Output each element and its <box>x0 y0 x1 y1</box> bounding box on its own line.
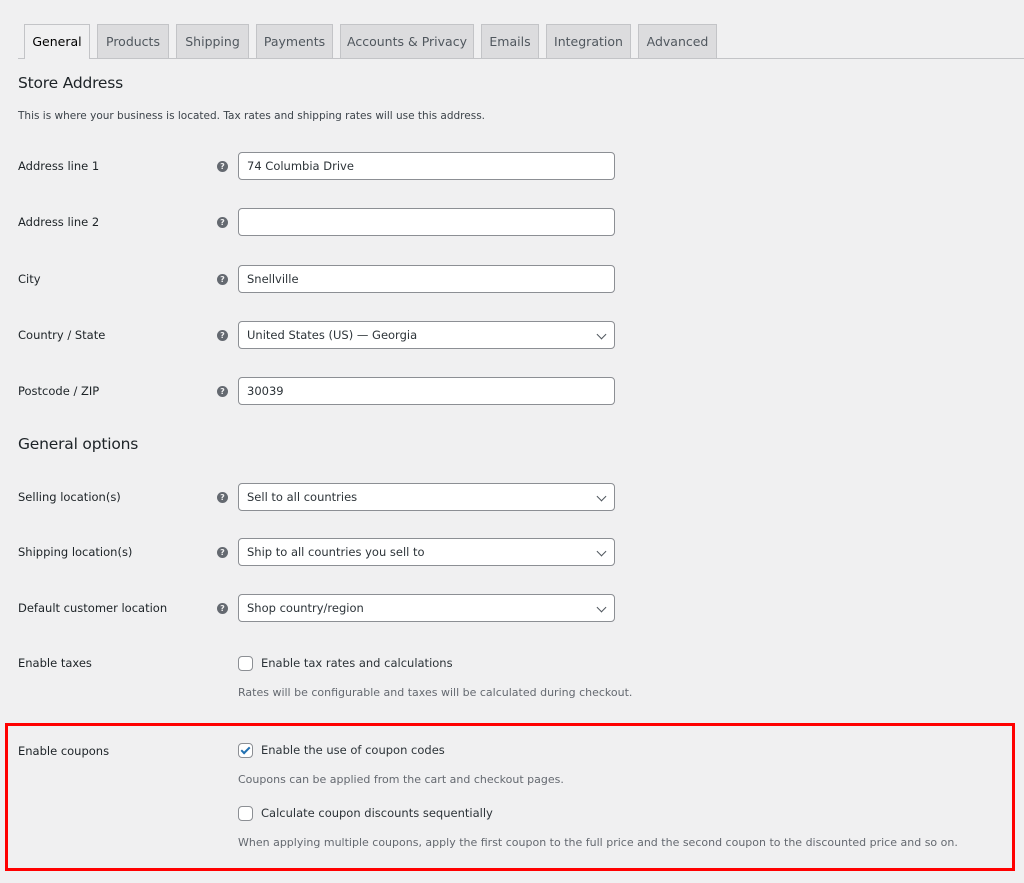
checkmark-icon <box>240 744 251 755</box>
help-icon[interactable]: ? <box>217 217 228 228</box>
help-icon[interactable]: ? <box>217 161 228 172</box>
chevron-down-icon <box>596 546 607 557</box>
city-input[interactable]: Snellville <box>238 265 615 293</box>
enable-coupon-codes-label[interactable]: Enable the use of coupon codes <box>261 743 445 757</box>
tab-payments[interactable]: Payments <box>256 24 333 58</box>
enable-taxes-checkbox-label[interactable]: Enable tax rates and calculations <box>261 656 453 670</box>
settings-tabs: General Products Shipping Payments Accou… <box>18 24 1024 59</box>
help-icon[interactable]: ? <box>217 330 228 341</box>
help-icon[interactable]: ? <box>217 547 228 558</box>
enable-taxes-description: Rates will be configurable and taxes wil… <box>238 686 633 699</box>
help-icon[interactable]: ? <box>217 603 228 614</box>
selling-locations-select[interactable]: Sell to all countries <box>238 483 615 511</box>
selling-locations-label: Selling location(s) <box>18 490 121 504</box>
postcode-label: Postcode / ZIP <box>18 384 100 398</box>
postcode-input[interactable]: 30039 <box>238 377 615 405</box>
selling-locations-value: Sell to all countries <box>247 490 358 504</box>
address-line-1-label: Address line 1 <box>18 159 100 173</box>
tab-products[interactable]: Products <box>97 24 169 58</box>
default-customer-location-value: Shop country/region <box>247 601 364 615</box>
tab-integration[interactable]: Integration <box>546 24 631 58</box>
country-state-select[interactable]: United States (US) — Georgia <box>238 321 615 349</box>
enable-coupon-codes-checkbox[interactable] <box>238 743 253 758</box>
enable-coupons-label: Enable coupons <box>18 744 110 758</box>
tab-accounts-privacy[interactable]: Accounts & Privacy <box>340 24 474 58</box>
enable-coupon-codes-description: Coupons can be applied from the cart and… <box>238 773 564 786</box>
shipping-locations-label: Shipping location(s) <box>18 545 133 559</box>
store-address-heading: Store Address <box>18 74 124 92</box>
help-icon[interactable]: ? <box>217 274 228 285</box>
sequential-discounts-description: When applying multiple coupons, apply th… <box>238 836 958 849</box>
sequential-discounts-label[interactable]: Calculate coupon discounts sequentially <box>261 806 493 820</box>
city-label: City <box>18 272 41 286</box>
chevron-down-icon <box>596 329 607 340</box>
country-state-label: Country / State <box>18 328 106 342</box>
address-line-1-input[interactable]: 74 Columbia Drive <box>238 152 615 180</box>
tab-shipping[interactable]: Shipping <box>176 24 249 58</box>
country-state-value: United States (US) — Georgia <box>247 328 418 342</box>
chevron-down-icon <box>596 602 607 613</box>
tab-general[interactable]: General <box>24 24 90 59</box>
tab-advanced[interactable]: Advanced <box>638 24 717 58</box>
address-line-2-input[interactable] <box>238 208 615 236</box>
shipping-locations-select[interactable]: Ship to all countries you sell to <box>238 538 615 566</box>
address-line-2-label: Address line 2 <box>18 215 100 229</box>
help-icon[interactable]: ? <box>217 492 228 503</box>
default-customer-location-select[interactable]: Shop country/region <box>238 594 615 622</box>
help-icon[interactable]: ? <box>217 386 228 397</box>
enable-taxes-checkbox[interactable] <box>238 656 253 671</box>
default-customer-location-label: Default customer location <box>18 601 168 615</box>
enable-taxes-label: Enable taxes <box>18 656 92 670</box>
sequential-discounts-checkbox[interactable] <box>238 806 253 821</box>
shipping-locations-value: Ship to all countries you sell to <box>247 545 425 559</box>
chevron-down-icon <box>596 491 607 502</box>
store-address-intro: This is where your business is located. … <box>18 110 486 122</box>
tab-emails[interactable]: Emails <box>481 24 539 58</box>
general-options-heading: General options <box>18 435 139 453</box>
